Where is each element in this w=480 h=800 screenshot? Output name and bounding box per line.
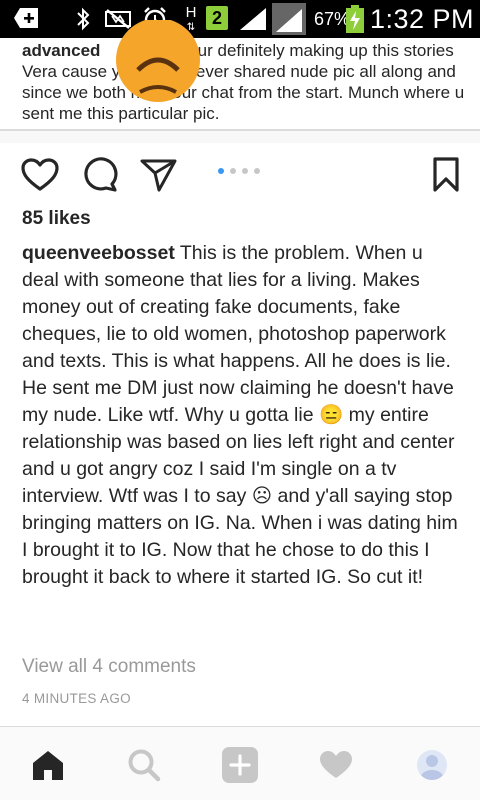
- carousel-dot: [230, 168, 236, 174]
- add-post-icon: [222, 747, 258, 783]
- signal-icon: [240, 8, 266, 30]
- bottom-navigation: [0, 727, 480, 800]
- post-action-bar: [0, 150, 480, 204]
- home-icon: [33, 751, 63, 780]
- nav-home[interactable]: [28, 745, 68, 785]
- nav-add-post[interactable]: [220, 745, 260, 785]
- activity-heart-icon: [320, 751, 352, 778]
- nav-activity[interactable]: [316, 745, 356, 785]
- previous-comment: advanced Your definitely making up this s…: [0, 20, 480, 130]
- profile-avatar-icon: [417, 750, 447, 780]
- send-paper-plane-icon: [140, 159, 177, 192]
- post-timestamp: 4 MINUTES AGO: [22, 691, 131, 706]
- bluetooth-icon: [77, 7, 90, 31]
- clock: 1:32 PM: [370, 4, 475, 34]
- post-caption: queenveebosset This is the problem. When…: [22, 240, 462, 591]
- carousel-dot: [254, 168, 260, 174]
- share-button[interactable]: [139, 150, 179, 200]
- status-bar: H ⇅ 2 67% 1:32 PM: [0, 0, 480, 38]
- carousel-indicator: [218, 168, 260, 178]
- battery-charging-icon: [346, 5, 364, 33]
- carousel-dot-active: [218, 168, 224, 174]
- comment-button[interactable]: [80, 150, 120, 200]
- sim-2-icon: 2: [206, 6, 228, 30]
- comment-bubble-icon: [84, 157, 118, 192]
- angry-face-emoji-icon: [116, 20, 200, 102]
- nav-profile[interactable]: [412, 745, 452, 785]
- frowning-face-emoji: ☹: [251, 485, 273, 507]
- search-icon: [128, 749, 161, 782]
- carousel-dot: [242, 168, 248, 174]
- like-button[interactable]: [20, 150, 60, 200]
- bookmark-icon: [433, 157, 459, 192]
- heart-outline-icon: [21, 158, 59, 191]
- caption-text-1: This is the problem. When u deal with so…: [22, 242, 454, 426]
- signal-icon-2: [272, 3, 306, 35]
- caption-username[interactable]: queenveebosset: [22, 242, 175, 264]
- save-button[interactable]: [426, 150, 466, 200]
- view-all-comments-link[interactable]: View all 4 comments: [22, 656, 196, 678]
- expressionless-face-emoji: 😑: [318, 404, 344, 426]
- comment-username[interactable]: advanced: [22, 41, 100, 60]
- likes-count[interactable]: 85 likes: [22, 208, 91, 230]
- nav-search[interactable]: [124, 745, 164, 785]
- add-notification-icon: [14, 8, 38, 28]
- post-separator: [0, 131, 480, 143]
